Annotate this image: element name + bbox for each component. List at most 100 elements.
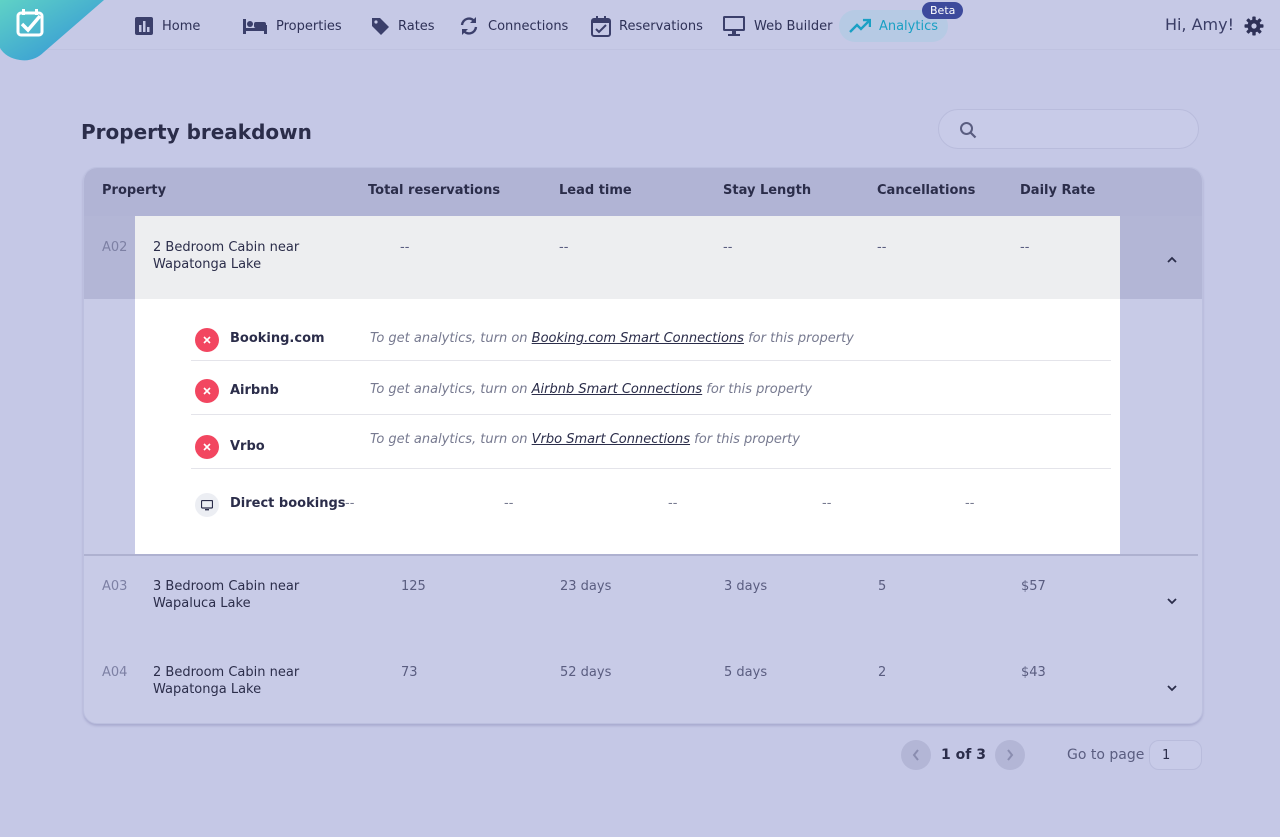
nav-reservations-label: Reservations	[619, 18, 703, 34]
gear-icon[interactable]	[1244, 16, 1264, 36]
cell-lead-time: 23 days	[560, 579, 612, 594]
cell-stay-length: --	[723, 240, 733, 255]
nav-reservations[interactable]: Reservations	[581, 10, 713, 42]
error-icon	[195, 435, 219, 459]
channel-name: Direct bookings	[230, 496, 346, 511]
nav-home[interactable]: Home	[124, 10, 210, 42]
booking-smart-connections-link[interactable]: Booking.com Smart Connections	[532, 331, 744, 346]
next-page-button[interactable]	[995, 740, 1025, 770]
cell-daily-rate: $43	[1021, 665, 1046, 680]
chevron-down-icon[interactable]	[1166, 597, 1178, 605]
chevron-left-icon	[912, 749, 919, 761]
channel-message-post: for this property	[702, 382, 813, 397]
property-id: A02	[102, 240, 128, 255]
cell-total-reservations: --	[400, 240, 410, 255]
table-row-expanded[interactable]: A02 2 Bedroom Cabin near Wapatonga Lake …	[84, 216, 1202, 299]
cell-daily-rate: --	[1020, 240, 1030, 255]
direct-cancellations: --	[822, 496, 832, 511]
channel-name: Booking.com	[230, 331, 325, 346]
cell-daily-rate: $57	[1021, 579, 1046, 594]
nav-web-builder[interactable]: Web Builder	[712, 10, 842, 42]
channel-message: To get analytics, turn on Booking.com Sm…	[370, 331, 854, 346]
nav-analytics-label: Analytics	[878, 18, 938, 34]
go-to-page-label: Go to page	[1067, 747, 1145, 763]
tag-icon	[372, 18, 389, 35]
cell-cancellations: --	[877, 240, 887, 255]
property-table: Property Total reservations Lead time St…	[83, 167, 1203, 724]
direct-total-reservations: --	[345, 496, 355, 511]
go-to-page-input[interactable]	[1149, 740, 1202, 770]
nav-rates[interactable]: Rates	[360, 10, 445, 42]
table-row[interactable]: A03 3 Bedroom Cabin near Wapaluca Lake 1…	[84, 556, 1202, 642]
channel-message-post: for this property	[743, 331, 854, 346]
table-row[interactable]: A04 2 Bedroom Cabin near Wapatonga Lake …	[84, 642, 1202, 723]
airbnb-smart-connections-link[interactable]: Airbnb Smart Connections	[532, 382, 703, 397]
cell-cancellations: 5	[878, 579, 887, 594]
nav-connections-label: Connections	[488, 18, 569, 34]
error-icon	[195, 328, 219, 352]
header-property[interactable]: Property	[102, 183, 166, 198]
direct-stay-length: --	[668, 496, 678, 511]
header-daily-rate[interactable]: Daily Rate	[1020, 183, 1095, 198]
cell-stay-length: 3 days	[724, 579, 768, 594]
property-name: 2 Bedroom Cabin near Wapatonga Lake	[153, 665, 300, 697]
app-logo[interactable]	[0, 0, 104, 62]
channel-message: To get analytics, turn on Vrbo Smart Con…	[370, 432, 800, 447]
nav-properties[interactable]: Properties	[232, 10, 352, 42]
header-stay-length[interactable]: Stay Length	[723, 183, 811, 198]
page-count: 1 of 3	[941, 747, 986, 763]
trending-up-icon	[849, 18, 871, 33]
channel-name: Airbnb	[230, 383, 279, 398]
cell-cancellations: 2	[878, 665, 887, 680]
nav-properties-label: Properties	[276, 18, 342, 34]
header-total-reservations[interactable]: Total reservations	[368, 183, 500, 198]
prev-page-button[interactable]	[901, 740, 931, 770]
page-title: Property breakdown	[81, 120, 312, 144]
top-nav: Home Properties Rates Connections Reserv…	[0, 0, 1280, 61]
cell-total-reservations: 73	[401, 665, 418, 680]
property-name: 3 Bedroom Cabin near Wapaluca Lake	[153, 579, 300, 611]
beta-badge: Beta	[922, 2, 964, 19]
header-cancellations[interactable]: Cancellations	[877, 183, 975, 198]
channel-row-booking: Booking.com To get analytics, turn on Bo…	[191, 317, 1111, 361]
chevron-right-icon	[1007, 749, 1014, 761]
property-name: 2 Bedroom Cabin near Wapatonga Lake	[153, 240, 300, 272]
chevron-up-icon[interactable]	[1166, 256, 1178, 264]
direct-lead-time: --	[504, 496, 514, 511]
channel-message-post: for this property	[690, 432, 800, 447]
cell-total-reservations: 125	[401, 579, 426, 594]
header-lead-time[interactable]: Lead time	[559, 183, 632, 198]
direct-daily-rate: --	[965, 496, 975, 511]
channel-row-vrbo: Vrbo To get analytics, turn on Vrbo Smar…	[191, 415, 1111, 469]
cell-stay-length: 5 days	[724, 665, 768, 680]
nav-web-builder-label: Web Builder	[754, 18, 833, 34]
search-icon	[960, 122, 977, 139]
cell-lead-time: 52 days	[560, 665, 612, 680]
table-header: Property Total reservations Lead time St…	[84, 168, 1202, 216]
bar-chart-icon	[135, 17, 153, 35]
calendar-check-icon	[591, 16, 611, 37]
monitor-icon	[723, 16, 745, 36]
channel-row-airbnb: Airbnb To get analytics, turn on Airbnb …	[191, 361, 1111, 415]
chevron-down-icon[interactable]	[1166, 684, 1178, 692]
bed-icon	[243, 19, 267, 34]
nav-connections[interactable]: Connections	[448, 10, 578, 42]
search-input[interactable]	[938, 109, 1199, 149]
user-greeting[interactable]: Hi, Amy!	[1165, 15, 1234, 34]
property-id: A04	[102, 665, 128, 680]
channel-name: Vrbo	[230, 439, 265, 454]
channel-message-pre: To get analytics, turn on	[370, 432, 532, 447]
sync-icon	[460, 17, 478, 35]
channel-row-direct: Direct bookings -- -- -- -- --	[191, 469, 1111, 541]
nav-home-label: Home	[162, 18, 201, 34]
channel-breakdown-panel: Booking.com To get analytics, turn on Bo…	[135, 299, 1120, 554]
channel-message-pre: To get analytics, turn on	[370, 382, 532, 397]
vrbo-smart-connections-link[interactable]: Vrbo Smart Connections	[532, 432, 690, 447]
error-icon	[195, 379, 219, 403]
cell-lead-time: --	[559, 240, 569, 255]
nav-rates-label: Rates	[398, 18, 435, 34]
monitor-icon	[195, 493, 219, 517]
property-id: A03	[102, 579, 128, 594]
channel-message-pre: To get analytics, turn on	[370, 331, 532, 346]
channel-message: To get analytics, turn on Airbnb Smart C…	[370, 382, 812, 397]
